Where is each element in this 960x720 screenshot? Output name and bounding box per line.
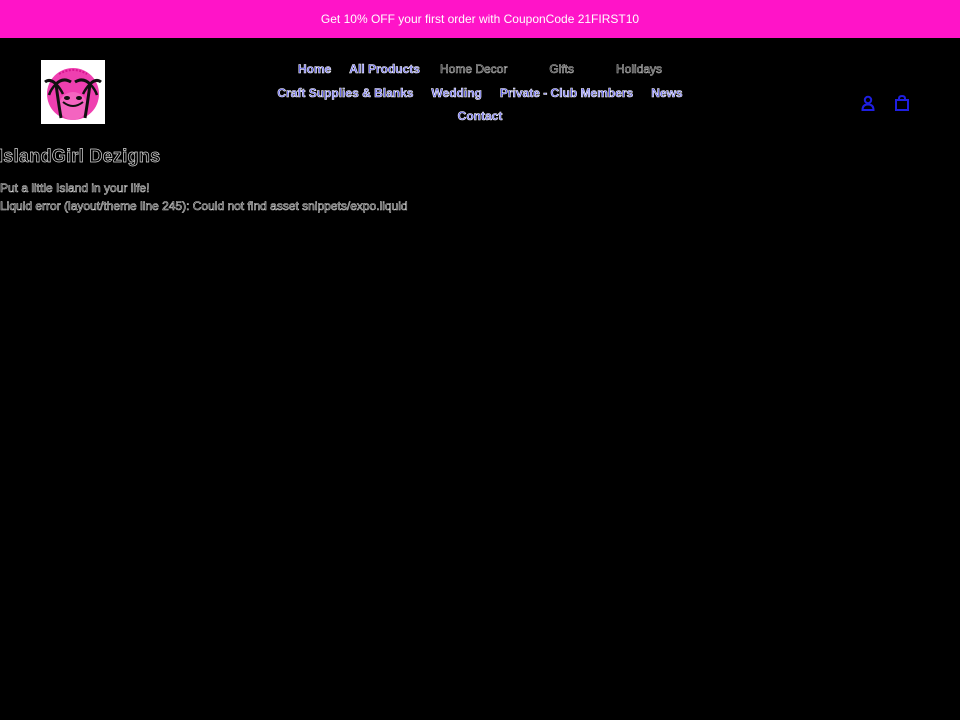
nav-item-home-decor[interactable]: Home Decor	[440, 62, 508, 77]
tagline: Put a little Island in your life!	[0, 181, 150, 196]
nav-item-private-club-members[interactable]: Private - Club Members	[500, 86, 634, 101]
nav-item-wedding[interactable]: Wedding	[431, 86, 482, 101]
cart-button[interactable]	[893, 94, 911, 112]
user-icon	[861, 95, 875, 111]
nav-row-2: Craft Supplies & Blanks Wedding Private …	[0, 86, 960, 101]
announcement-bar: Get 10% OFF your first order with Coupon…	[0, 0, 960, 38]
nav-item-all-products[interactable]: All Products	[349, 62, 420, 77]
nav-item-news[interactable]: News	[651, 86, 683, 101]
nav-row-1: Home All Products Home Decor Gifts Holid…	[0, 62, 960, 77]
nav-item-contact[interactable]: Contact	[457, 109, 502, 124]
account-button[interactable]	[859, 94, 877, 112]
nav-item-craft-supplies[interactable]: Craft Supplies & Blanks	[277, 86, 414, 101]
nav-item-holidays[interactable]: Holidays	[616, 62, 663, 77]
liquid-error-message: Liquid error (layout/theme line 245): Co…	[0, 199, 408, 214]
nav-row-3: Contact	[0, 109, 960, 124]
nav-item-gifts[interactable]: Gifts	[549, 62, 574, 77]
site-title: IslandGirl Dezigns	[0, 146, 161, 167]
shopping-bag-icon	[895, 94, 909, 111]
nav-item-home[interactable]: Home	[298, 62, 332, 77]
announcement-text: Get 10% OFF your first order with Coupon…	[320, 12, 640, 26]
